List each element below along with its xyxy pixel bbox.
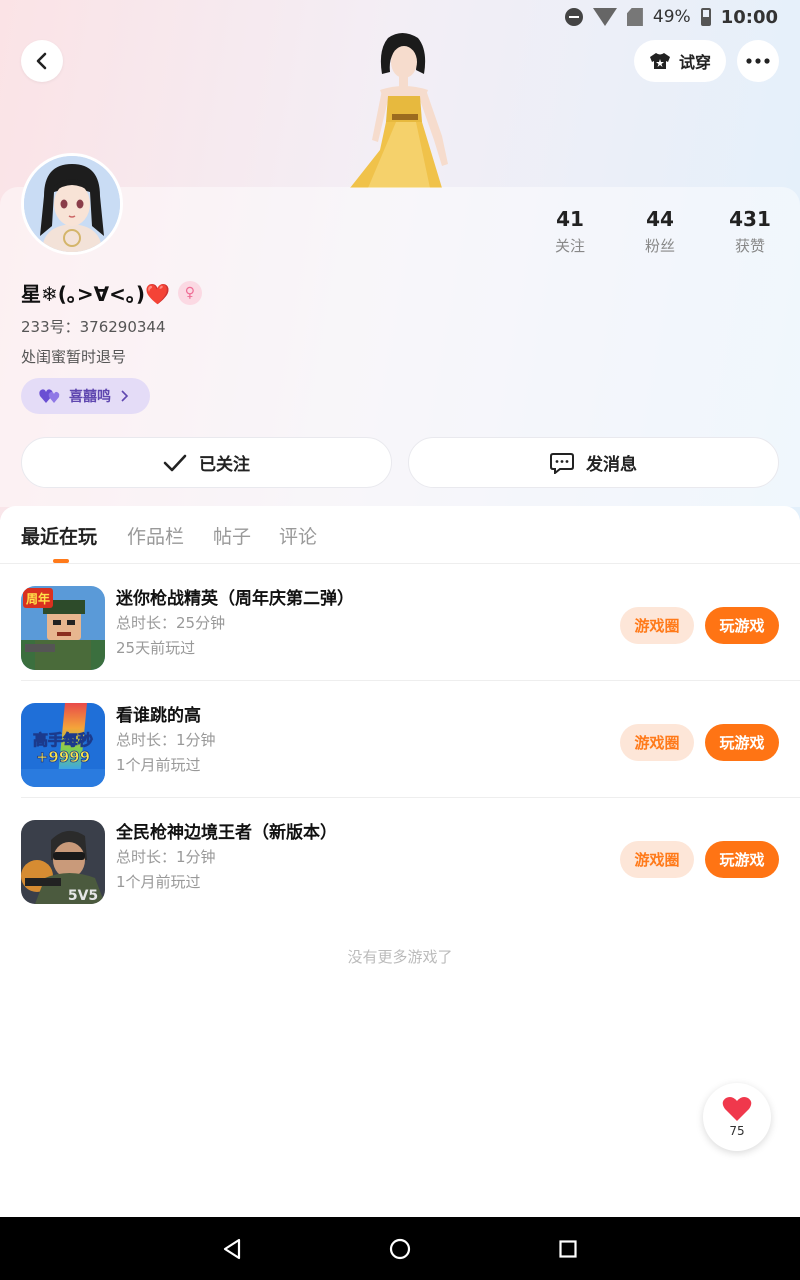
tab-comments[interactable]: 评论	[279, 522, 317, 549]
stat-likes[interactable]: 431 获赞	[710, 207, 790, 256]
game-icon-2-text: 5V5	[68, 888, 98, 904]
chevron-right-icon	[121, 390, 129, 402]
status-bar: 49% 10:00	[0, 0, 800, 34]
nav-home-circle-icon	[389, 1238, 411, 1260]
follow-label: 已关注	[199, 455, 250, 475]
game-circle-button[interactable]: 游戏圈	[620, 841, 694, 878]
game-icon-0-text: 周年	[26, 591, 50, 606]
stat-likes-label: 获赞	[734, 237, 765, 255]
no-more-games-text: 没有更多游戏了	[347, 948, 453, 966]
nav-home-button[interactable]	[386, 1235, 414, 1263]
play-game-button[interactable]: 玩游戏	[705, 607, 779, 644]
double-heart-icon	[39, 389, 60, 403]
game-title[interactable]: 全民枪神边境王者（新版本）	[116, 818, 337, 843]
tab-recently-played[interactable]: 最近在玩	[21, 522, 97, 549]
heart-icon	[722, 1097, 752, 1121]
stat-following-label: 关注	[554, 237, 585, 255]
nav-recents-square-icon	[559, 1240, 577, 1258]
avatar-3d-figure[interactable]	[346, 30, 458, 188]
game-row-0[interactable]: 周年 迷你枪战精英（周年庆第二弹） 总时长：25分钟 25天前玩过 游戏圈 玩游…	[0, 564, 800, 681]
game-duration: 总时长：1分钟	[116, 731, 216, 749]
relationship-tag-label: 喜囍鸣	[69, 389, 111, 405]
tab-works[interactable]: 作品栏	[127, 522, 184, 549]
play-game-button[interactable]: 玩游戏	[705, 724, 779, 761]
message-label: 发消息	[586, 455, 637, 475]
game-row-2[interactable]: 5V5 全民枪神边境王者（新版本） 总时长：1分钟 1个月前玩过 游戏圈 玩游戏	[0, 798, 800, 915]
nav-back-triangle-icon	[223, 1238, 241, 1260]
profile-tabs: 最近在玩 作品栏 帖子 评论	[0, 506, 800, 564]
female-gender-icon: ♀	[177, 280, 202, 305]
battery-icon	[700, 8, 711, 26]
game-circle-button[interactable]: 游戏圈	[620, 724, 694, 761]
game-icon-1-text-line2: +9999	[36, 748, 90, 766]
stat-followers-count: 44	[646, 207, 674, 231]
relationship-tag[interactable]: 喜囍鸣	[21, 378, 150, 414]
try-on-label: 试穿	[678, 53, 711, 72]
play-game-button[interactable]: 玩游戏	[705, 841, 779, 878]
stat-following-count: 41	[556, 207, 584, 231]
game-last-played: 1个月前玩过	[116, 756, 201, 774]
nav-recents-button[interactable]	[554, 1235, 582, 1263]
game-icon-gun-god[interactable]: 5V5	[21, 820, 105, 904]
like-count: 75	[729, 1124, 745, 1138]
bio: 处闺蜜暂时退号	[21, 348, 127, 366]
wifi-icon	[592, 8, 617, 26]
nickname: 星❄(｡>∀<｡)❤️	[21, 282, 170, 306]
nav-back-button[interactable]	[218, 1235, 246, 1263]
game-last-played: 1个月前玩过	[116, 873, 201, 891]
system-navigation-bar	[0, 1217, 800, 1280]
game-duration: 总时长：25分钟	[116, 614, 226, 632]
game-icon-jump-high[interactable]: 高手每秒 +9999	[21, 703, 105, 787]
game-duration: 总时长：1分钟	[116, 848, 216, 866]
more-options-button[interactable]	[737, 40, 779, 82]
check-icon	[163, 454, 187, 471]
game-last-played: 25天前玩过	[116, 639, 196, 657]
game-title[interactable]: 看谁跳的高	[116, 701, 201, 726]
message-button[interactable]: 发消息	[408, 437, 779, 488]
nickname-row: 星❄(｡>∀<｡)❤️ ♀	[21, 278, 202, 307]
follow-button[interactable]: 已关注	[21, 437, 392, 488]
tab-posts[interactable]: 帖子	[213, 522, 251, 549]
game-row-1[interactable]: 高手每秒 +9999 看谁跳的高 总时长：1分钟 1个月前玩过 游戏圈 玩游戏	[0, 681, 800, 798]
profile-stats: 41 关注 44 粉丝 431 获赞	[0, 207, 800, 257]
stat-following[interactable]: 41 关注	[530, 207, 610, 256]
stat-followers[interactable]: 44 粉丝	[620, 207, 700, 256]
do-not-disturb-icon	[564, 8, 583, 26]
chat-bubble-icon	[550, 452, 574, 474]
more-dots-icon	[746, 58, 770, 64]
stat-followers-label: 粉丝	[644, 237, 675, 255]
back-button[interactable]	[21, 40, 63, 82]
like-button[interactable]: 75	[703, 1083, 771, 1151]
game-title[interactable]: 迷你枪战精英（周年庆第二弹）	[116, 584, 354, 609]
game-icon-mini-gun[interactable]: 周年	[21, 586, 105, 670]
active-tab-indicator	[53, 559, 69, 563]
game-icon-1-text-line1: 高手每秒	[33, 731, 93, 749]
game-circle-button[interactable]: 游戏圈	[620, 607, 694, 644]
user-id[interactable]: 233号：376290344	[21, 316, 166, 337]
stat-likes-count: 431	[729, 207, 771, 231]
try-on-button[interactable]: 试穿	[634, 40, 726, 82]
battery-percent: 49%	[652, 7, 691, 27]
status-time: 10:00	[720, 6, 778, 28]
back-arrow-icon	[36, 52, 47, 70]
no-sim-icon	[626, 8, 643, 26]
shirt-icon	[649, 53, 670, 69]
